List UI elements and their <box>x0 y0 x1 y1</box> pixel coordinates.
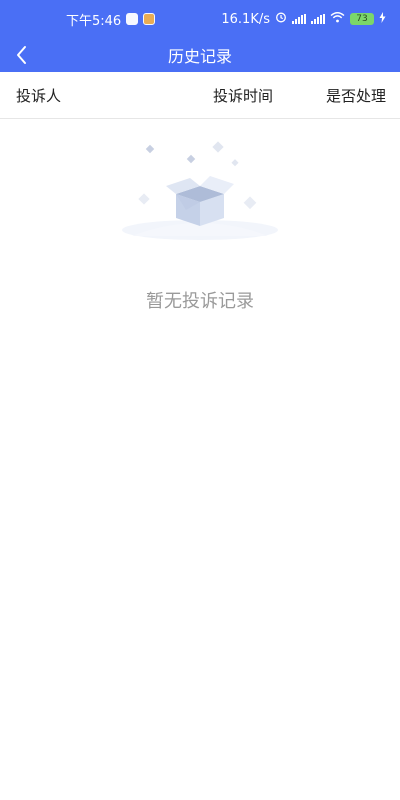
signal-hd-icon <box>311 14 325 24</box>
column-handled: 是否处理 <box>325 86 386 105</box>
network-speed: 16.1K/s <box>221 11 270 27</box>
empty-box-illustration <box>122 141 278 240</box>
status-left: 下午5:46 <box>66 10 156 29</box>
wifi-icon <box>330 11 345 27</box>
status-time: 下午5:46 <box>66 13 122 29</box>
screen: 下午5:46 16.1K/s 73 历史记录 投诉人 投诉时间 是否处理 暂无投… <box>0 0 400 800</box>
battery-icon: 73 <box>350 13 374 25</box>
status-bar: 下午5:46 16.1K/s 73 <box>0 0 400 38</box>
notification-icon <box>126 13 139 25</box>
signal-icon <box>292 14 306 24</box>
back-button[interactable] <box>8 38 36 72</box>
page-title: 历史记录 <box>167 47 232 66</box>
app-notification-icon <box>143 13 156 25</box>
alarm-icon <box>275 11 287 27</box>
chevron-left-icon <box>17 46 26 64</box>
top-bar: 下午5:46 16.1K/s 73 历史记录 <box>0 0 400 72</box>
empty-state: 暂无投诉记录 <box>0 140 400 312</box>
status-right: 16.1K/s 73 <box>221 11 386 27</box>
empty-message: 暂无投诉记录 <box>146 291 254 312</box>
table-header: 投诉人 投诉时间 是否处理 <box>0 72 400 119</box>
charging-icon <box>379 11 386 27</box>
header: 历史记录 <box>0 38 400 72</box>
column-complaint-time: 投诉时间 <box>213 86 274 105</box>
column-complainant: 投诉人 <box>16 86 62 105</box>
